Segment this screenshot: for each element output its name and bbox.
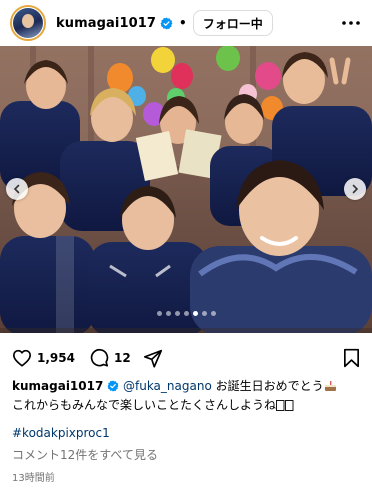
- post-photo[interactable]: [0, 46, 372, 333]
- timestamp[interactable]: 13時間前: [12, 469, 55, 484]
- carousel-indicator: [0, 311, 372, 316]
- share-button[interactable]: [143, 349, 163, 368]
- hashtag-link[interactable]: #kodakpixproc1: [12, 426, 110, 440]
- chevron-left-icon: [13, 184, 20, 194]
- carousel-dot: [210, 311, 216, 316]
- emoji-placeholder-icon: [276, 400, 294, 411]
- mention-link[interactable]: @fuka_nagano: [123, 379, 212, 393]
- caption: kumagai1017 @fuka_nagano お誕生日おめでとう これからも…: [12, 377, 362, 415]
- comment-count[interactable]: 12: [114, 351, 131, 365]
- more-options-icon: [342, 21, 360, 25]
- carousel-dot: [156, 311, 162, 316]
- verified-badge-icon: [107, 380, 119, 392]
- heart-icon: [13, 349, 31, 367]
- carousel-dot: [192, 311, 198, 316]
- caption-line-2: これからもみんなで楽しいことたくさんしようね: [12, 398, 277, 412]
- caption-username[interactable]: kumagai1017: [12, 379, 103, 393]
- caption-line-1: お誕生日おめでとう: [215, 379, 324, 393]
- like-button[interactable]: 1,954: [12, 349, 75, 367]
- view-all-comments-link[interactable]: コメント12件をすべて見る: [12, 446, 158, 463]
- carousel-dot: [165, 311, 171, 316]
- like-count[interactable]: 1,954: [37, 351, 75, 365]
- verified-badge-icon: [160, 17, 173, 29]
- comment-button[interactable]: 12: [89, 348, 131, 368]
- carousel-next-button[interactable]: [344, 178, 366, 200]
- carousel-prev-button[interactable]: [6, 178, 28, 200]
- username[interactable]: kumagai1017: [56, 16, 156, 31]
- separator-dot: •: [179, 16, 187, 30]
- bookmark-icon: [344, 348, 359, 368]
- carousel-dot: [174, 311, 180, 316]
- avatar[interactable]: [10, 5, 46, 41]
- save-button[interactable]: [343, 348, 360, 368]
- chevron-right-icon: [352, 184, 359, 194]
- following-button[interactable]: フォロー中: [192, 10, 273, 36]
- cake-emoji-icon: [324, 381, 336, 391]
- carousel-dot: [183, 311, 189, 316]
- action-bar: 1,954 12: [0, 343, 372, 373]
- share-icon: [143, 349, 162, 368]
- more-options-button[interactable]: [340, 12, 362, 34]
- comment-icon: [90, 349, 109, 367]
- post-header: kumagai1017 • フォロー中: [0, 0, 372, 46]
- carousel-dot: [201, 311, 207, 316]
